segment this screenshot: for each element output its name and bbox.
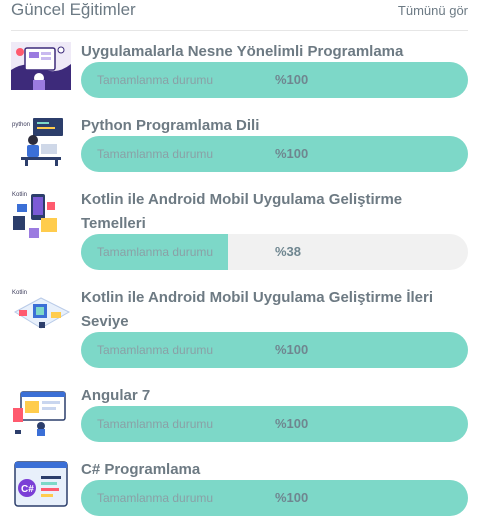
course-thumbnail-python[interactable]: python <box>11 114 71 166</box>
progress-label: Tamamlanma durumu <box>97 491 214 505</box>
section-header: Güncel Eğitimler Tümünü gör <box>11 0 468 31</box>
course-title[interactable]: Kotlin ile Android Mobil Uygulama Gelişt… <box>81 286 441 334</box>
course-progress-bar: Tamamlanma durumu %100 <box>81 332 468 368</box>
progress-label: Tamamlanma durumu <box>97 245 214 259</box>
section-title: Güncel Eğitimler <box>11 0 136 19</box>
course-title[interactable]: Angular 7 <box>81 384 441 408</box>
course-title[interactable]: C# Programlama <box>81 458 441 482</box>
progress-label: Tamamlanma durumu <box>97 417 214 431</box>
progress-value: %100 <box>275 146 309 161</box>
progress-label: Tamamlanma durumu <box>97 147 214 161</box>
thumb-python-text: python <box>12 122 30 128</box>
course-thumbnail-kotlin-basics[interactable]: Kotlin <box>11 188 71 240</box>
progress-value: %100 <box>275 416 309 431</box>
thumb-csharp-text: C# <box>21 484 34 495</box>
course-title[interactable]: Kotlin ile Android Mobil Uygulama Gelişt… <box>81 188 441 236</box>
course-thumbnail-csharp[interactable]: C# <box>11 458 71 510</box>
course-progress-bar: Tamamlanma durumu %38 <box>81 234 468 270</box>
course-progress-bar: Tamamlanma durumu %100 <box>81 480 468 516</box>
course-thumbnail-kotlin-advanced[interactable]: Kotlin <box>11 286 71 338</box>
course-thumbnail-oop[interactable] <box>11 40 71 92</box>
see-all-link[interactable]: Tümünü gör <box>398 3 468 18</box>
progress-value: %100 <box>275 490 309 505</box>
course-progress-bar: Tamamlanma durumu %100 <box>81 136 468 172</box>
progress-value: %38 <box>275 244 302 259</box>
course-title[interactable]: Uygulamalarla Nesne Yönelimli Programlam… <box>81 40 441 64</box>
course-thumbnail-angular[interactable] <box>11 384 71 436</box>
course-progress-bar: Tamamlanma durumu %100 <box>81 62 468 98</box>
thumb-kotlin-text: Kotlin <box>12 192 27 198</box>
course-progress-bar: Tamamlanma durumu %100 <box>81 406 468 442</box>
progress-label: Tamamlanma durumu <box>97 343 214 357</box>
progress-value: %100 <box>275 72 309 87</box>
progress-label: Tamamlanma durumu <box>97 73 214 87</box>
thumb-kotlin-text: Kotlin <box>12 290 27 296</box>
progress-value: %100 <box>275 342 309 357</box>
course-title[interactable]: Python Programlama Dili <box>81 114 441 138</box>
